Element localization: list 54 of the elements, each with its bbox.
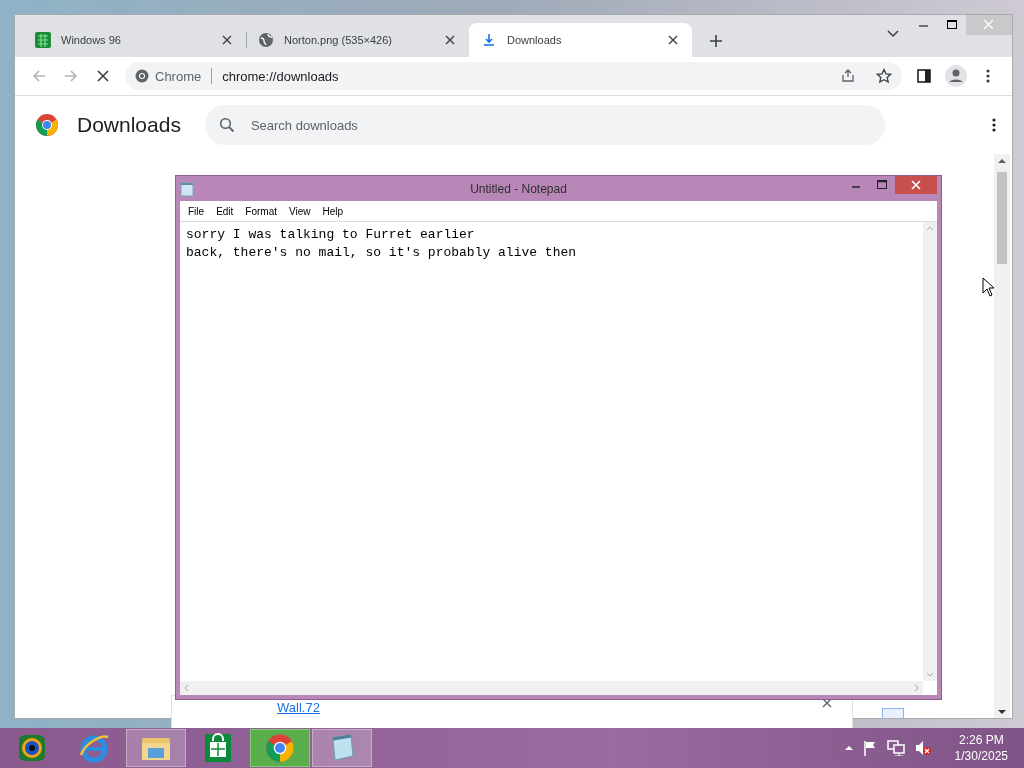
share-icon[interactable] bbox=[840, 68, 856, 84]
menu-item[interactable]: View bbox=[283, 205, 317, 217]
menu-item[interactable]: Format bbox=[239, 205, 284, 217]
spreadsheet-icon bbox=[35, 32, 51, 48]
chrome-logo-icon bbox=[135, 69, 149, 83]
tab-title: Windows 96 bbox=[61, 34, 122, 46]
scroll-up-icon[interactable] bbox=[998, 158, 1006, 164]
globe-icon bbox=[258, 32, 274, 48]
close-icon[interactable] bbox=[822, 698, 832, 708]
scrollbar[interactable] bbox=[994, 154, 1010, 718]
scroll-thumb[interactable] bbox=[997, 172, 1007, 264]
browser-tab[interactable]: Windows 96 bbox=[23, 23, 246, 57]
close-icon[interactable] bbox=[220, 33, 234, 47]
browser-e-icon[interactable] bbox=[78, 733, 110, 763]
browser-tab[interactable]: Downloads bbox=[469, 23, 692, 57]
mouse-cursor-icon bbox=[982, 277, 996, 297]
more-icon[interactable] bbox=[992, 118, 996, 132]
tab-title: Norton.png (535×426) bbox=[284, 34, 393, 46]
caret-icon[interactable] bbox=[886, 29, 900, 39]
clock[interactable]: 2:26 PM 1/30/2025 bbox=[954, 732, 1008, 764]
media-player-icon[interactable] bbox=[17, 733, 47, 763]
url-text: chrome://downloads bbox=[222, 68, 340, 84]
flag-icon[interactable] bbox=[862, 740, 877, 756]
tab-title: Downloads bbox=[507, 34, 563, 46]
window-title: Untitled - Notepad bbox=[469, 181, 568, 196]
scroll-down-icon[interactable] bbox=[998, 709, 1006, 715]
store-bag-icon[interactable] bbox=[204, 733, 232, 763]
site-label: Chrome bbox=[155, 68, 202, 84]
chrome-logo-icon bbox=[35, 113, 59, 137]
muted-speaker-icon[interactable] bbox=[914, 740, 931, 756]
network-icon[interactable] bbox=[886, 740, 905, 756]
file-icon bbox=[882, 708, 904, 718]
close-icon[interactable] bbox=[443, 33, 457, 47]
side-panel-icon[interactable] bbox=[917, 69, 931, 83]
page-title: Downloads bbox=[77, 113, 181, 137]
address-bar[interactable]: Chrome chrome://downloads bbox=[125, 62, 902, 90]
menu-item[interactable]: Help bbox=[316, 205, 350, 217]
browser-tab[interactable]: Norton.png (535×426) bbox=[246, 23, 469, 57]
caret-up-icon[interactable] bbox=[844, 745, 853, 751]
menu-icon[interactable] bbox=[986, 69, 990, 83]
download-icon bbox=[481, 32, 497, 48]
new-tab-icon[interactable] bbox=[708, 33, 724, 49]
stop-icon[interactable] bbox=[96, 69, 110, 83]
menu-item[interactable]: Edit bbox=[210, 205, 240, 217]
menu-item[interactable]: File bbox=[182, 205, 211, 217]
profile-icon[interactable] bbox=[945, 65, 967, 87]
search-field[interactable]: Search downloads bbox=[204, 105, 885, 145]
file-link[interactable]: Wall.72 bbox=[277, 700, 320, 715]
notepad-icon bbox=[180, 180, 194, 197]
chrome-logo-icon[interactable] bbox=[265, 733, 295, 763]
close-icon[interactable] bbox=[666, 33, 680, 47]
date-text: 1/30/2025 bbox=[954, 748, 1008, 764]
time-text: 2:26 PM bbox=[958, 732, 1004, 748]
star-icon[interactable] bbox=[876, 68, 892, 84]
